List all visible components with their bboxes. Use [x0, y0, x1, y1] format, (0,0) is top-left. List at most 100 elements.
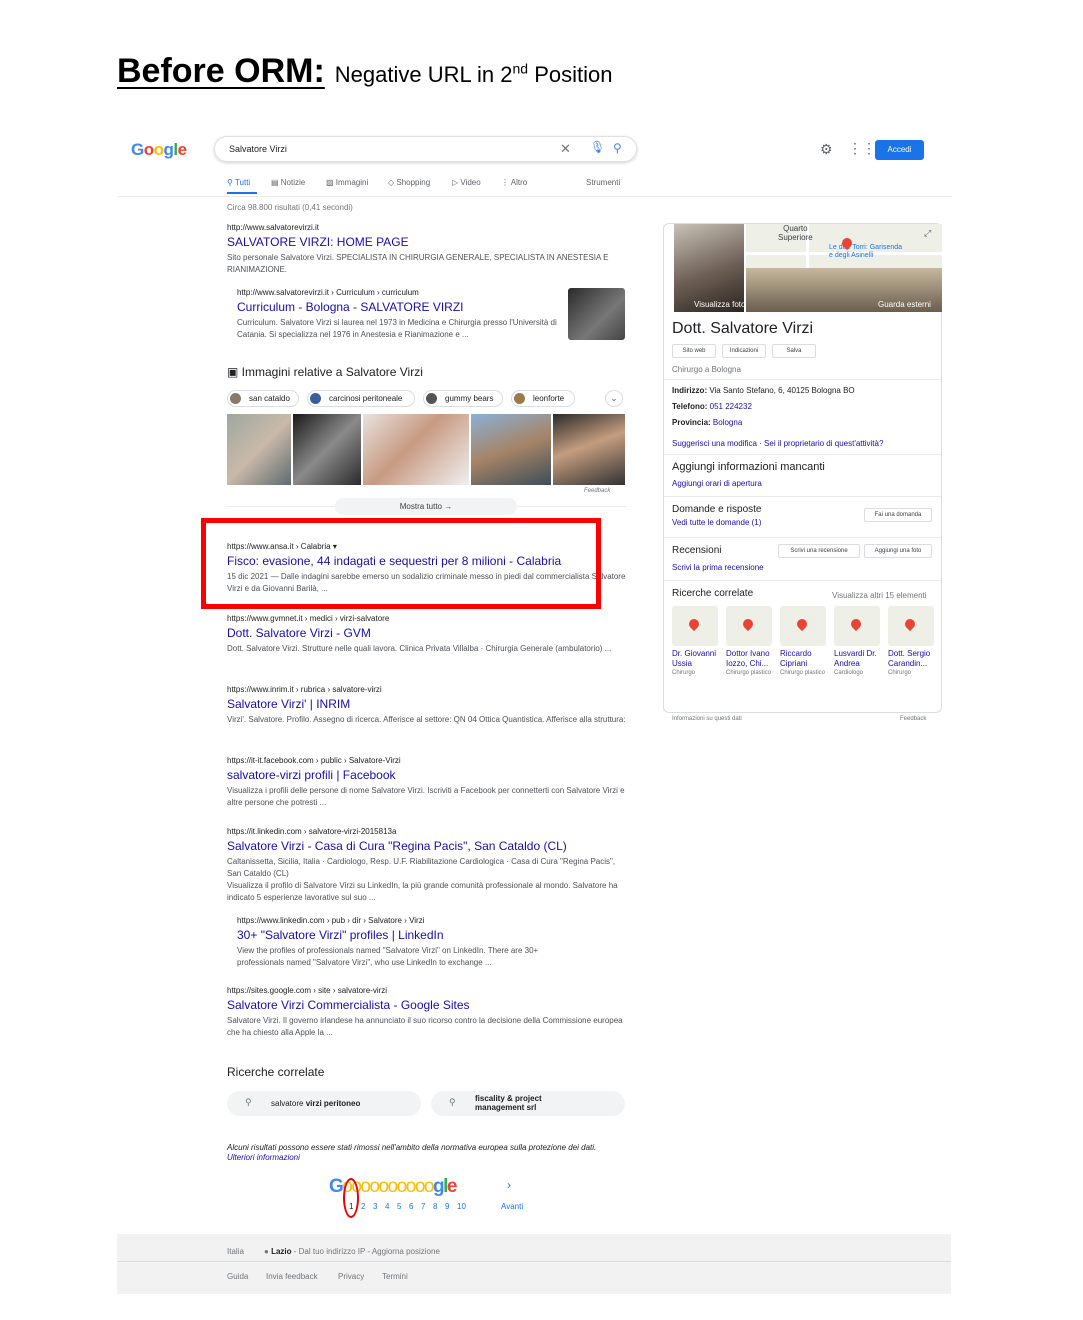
- result-url[interactable]: https://www.inrim.it › rubrica › salvato…: [227, 685, 627, 694]
- tab-all[interactable]: ⚲ Tutti: [227, 178, 250, 187]
- place-specialty: Chirurgo plastico: [726, 670, 772, 676]
- result-url[interactable]: https://www.gvmnet.it › medici › virzi-s…: [227, 614, 627, 623]
- image-chip[interactable]: san cataldo: [227, 390, 299, 407]
- image-result[interactable]: [553, 414, 625, 485]
- image-result[interactable]: [293, 414, 361, 485]
- page-number[interactable]: 10: [457, 1202, 469, 1211]
- first-review-link[interactable]: Scrivi la prima recensione: [672, 563, 764, 572]
- apps-grid-icon[interactable]: ⋮⋮: [848, 140, 876, 157]
- show-all-images-button[interactable]: Mostra tutto →: [335, 498, 517, 515]
- image-result[interactable]: [471, 414, 551, 485]
- related-search-chip[interactable]: ⚲ salvatore virzi peritoneo: [227, 1091, 421, 1116]
- tab-images[interactable]: ▨ Immagini: [326, 178, 368, 187]
- page-number[interactable]: 2: [361, 1202, 373, 1211]
- result-title[interactable]: Salvatore Virzi' | INRIM: [227, 697, 627, 711]
- expand-icon[interactable]: ⤢: [924, 228, 931, 239]
- result-url[interactable]: http://www.salvatorevirzi.it › Curriculu…: [237, 288, 557, 297]
- page-number[interactable]: 3: [373, 1202, 385, 1211]
- result-url[interactable]: http://www.salvatorevirzi.it: [227, 223, 627, 232]
- clear-icon[interactable]: ✕: [560, 141, 571, 157]
- chip-thumbnail: [514, 393, 525, 404]
- google-logo[interactable]: Google: [131, 140, 187, 160]
- footer-link-terms[interactable]: Termini: [382, 1272, 408, 1281]
- images-feedback-link[interactable]: Feedback: [584, 488, 610, 494]
- login-button[interactable]: Accedi: [875, 140, 924, 160]
- chevron-down-icon[interactable]: ⌄: [605, 390, 623, 407]
- ask-question-button[interactable]: Fai una domanda: [864, 508, 932, 522]
- tab-shopping[interactable]: ◇ Shopping: [388, 178, 430, 187]
- tab-more[interactable]: ⋮ Altro: [501, 178, 527, 187]
- result-url[interactable]: https://it-it.facebook.com › public › Sa…: [227, 756, 627, 765]
- result-title[interactable]: Salvatore Virzi - Casa di Cura "Regina P…: [227, 839, 627, 853]
- result-url[interactable]: https://www.linkedin.com › pub › dir › S…: [237, 916, 577, 925]
- result-title[interactable]: Curriculum - Bologna - SALVATORE VIRZI: [237, 300, 557, 314]
- related-place-card[interactable]: Dott. Sergio Carandin... Chirurgo: [888, 606, 934, 677]
- search-icon[interactable]: ⚲: [613, 141, 622, 155]
- result-snippet: Sito personale Salvatore Virzi. SPECIALI…: [227, 253, 609, 274]
- add-photo-button[interactable]: Aggiungi una foto: [864, 544, 932, 558]
- related-place-card[interactable]: Dr. Giovanni Ussia Chirurgo: [672, 606, 718, 677]
- result-snippet: Salvatore Virzi. Il governo irlandese ha…: [227, 1016, 623, 1037]
- gear-icon[interactable]: ⚙: [820, 141, 833, 158]
- tab-video[interactable]: ▷ Video: [452, 178, 481, 187]
- footer-location[interactable]: ● Lazio - Dal tuo indirizzo IP - Aggiorn…: [264, 1247, 440, 1256]
- qa-see-all-link[interactable]: Vedi tutte le domande (1): [672, 518, 761, 527]
- result-url[interactable]: https://it.linkedin.com › salvatore-virz…: [227, 827, 627, 836]
- phone-value[interactable]: 051 224232: [710, 402, 752, 411]
- see-photos-link[interactable]: Visualizza foto: [694, 300, 745, 309]
- image-result[interactable]: [227, 414, 291, 485]
- search-input[interactable]: Salvatore Virzi: [229, 144, 287, 154]
- related-place-card[interactable]: Lusvardi Dr. Andrea Cardiologo: [834, 606, 880, 677]
- image-chip[interactable]: gummy bears: [423, 390, 503, 407]
- write-review-button[interactable]: Scrivi una recensione: [778, 544, 860, 558]
- result-title[interactable]: 30+ "Salvatore Virzi" profiles | LinkedI…: [237, 928, 577, 942]
- image-result[interactable]: [363, 414, 469, 485]
- owner-link[interactable]: Sei il proprietario di quest'attività?: [764, 439, 883, 448]
- related-search-chip[interactable]: ⚲ fiscality & project management srl: [431, 1091, 625, 1116]
- tab-tools[interactable]: Strumenti: [586, 178, 620, 187]
- page-number[interactable]: 5: [397, 1202, 409, 1211]
- page-number[interactable]: 4: [385, 1202, 397, 1211]
- result-thumbnail[interactable]: [568, 288, 625, 340]
- map-preview[interactable]: Quarto Superiore Le due Torri: Garisenda e…: [746, 224, 942, 312]
- result-title[interactable]: SALVATORE VIRZI: HOME PAGE: [227, 235, 627, 249]
- page-number[interactable]: 6: [409, 1202, 421, 1211]
- see-more-related-link[interactable]: Visualizza altri 15 elementi: [832, 591, 927, 600]
- page-number[interactable]: 9: [445, 1202, 457, 1211]
- next-page-link[interactable]: Avanti: [501, 1202, 523, 1211]
- directions-button[interactable]: Indicazioni: [722, 344, 766, 358]
- footer-link-privacy[interactable]: Privacy: [338, 1272, 364, 1281]
- search-box[interactable]: Salvatore Virzi ✕ 🎙 ⚲: [214, 136, 637, 162]
- page-number[interactable]: 8: [433, 1202, 445, 1211]
- result-title[interactable]: Salvatore Virzi Commercialista - Google …: [227, 998, 627, 1012]
- tab-news[interactable]: ▤ Notizie: [271, 178, 305, 187]
- chevron-right-icon[interactable]: ›: [507, 1178, 511, 1192]
- see-outside-link[interactable]: Guarda esterni: [878, 300, 931, 309]
- microphone-icon[interactable]: 🎙: [590, 140, 605, 154]
- more-info-link[interactable]: Ulteriori informazioni: [227, 1153, 300, 1162]
- footer-divider: [117, 1261, 951, 1262]
- save-button[interactable]: Salva: [772, 344, 816, 358]
- add-hours-link[interactable]: Aggiungi orari di apertura: [672, 479, 762, 488]
- footer-link-feedback[interactable]: Invia feedback: [266, 1272, 318, 1281]
- place-specialty: Cardiologo: [834, 670, 864, 676]
- result-url[interactable]: https://sites.google.com › site › salvat…: [227, 986, 627, 995]
- search-icon: ⚲: [449, 1097, 456, 1107]
- province-value[interactable]: Bologna: [713, 418, 742, 427]
- about-data-link[interactable]: Informazioni su questi dati: [672, 716, 742, 722]
- image-chip[interactable]: carcinosi peritoneale: [307, 390, 415, 407]
- related-search-text: salvatore: [271, 1099, 306, 1108]
- website-button[interactable]: Sito web: [672, 344, 716, 358]
- page-number[interactable]: 7: [421, 1202, 433, 1211]
- result-title[interactable]: salvatore-virzi profili | Facebook: [227, 768, 627, 782]
- result-title[interactable]: Dott. Salvatore Virzi - GVM: [227, 626, 627, 640]
- suggest-edit-link[interactable]: Suggerisci una modifica: [672, 439, 757, 448]
- footer-link-help[interactable]: Guida: [227, 1272, 248, 1281]
- kp-feedback-link[interactable]: Feedback: [900, 716, 926, 722]
- image-chip[interactable]: leonforte: [511, 390, 575, 407]
- related-place-card[interactable]: Dottor Ivano Iozzo, Chi... Chirurgo plast…: [726, 606, 772, 677]
- chip-thumbnail: [310, 393, 321, 404]
- profile-photo[interactable]: [674, 224, 744, 312]
- chip-thumbnail: [230, 393, 241, 404]
- related-place-card[interactable]: Riccardo Cipriani Chirurgo plastico: [780, 606, 826, 677]
